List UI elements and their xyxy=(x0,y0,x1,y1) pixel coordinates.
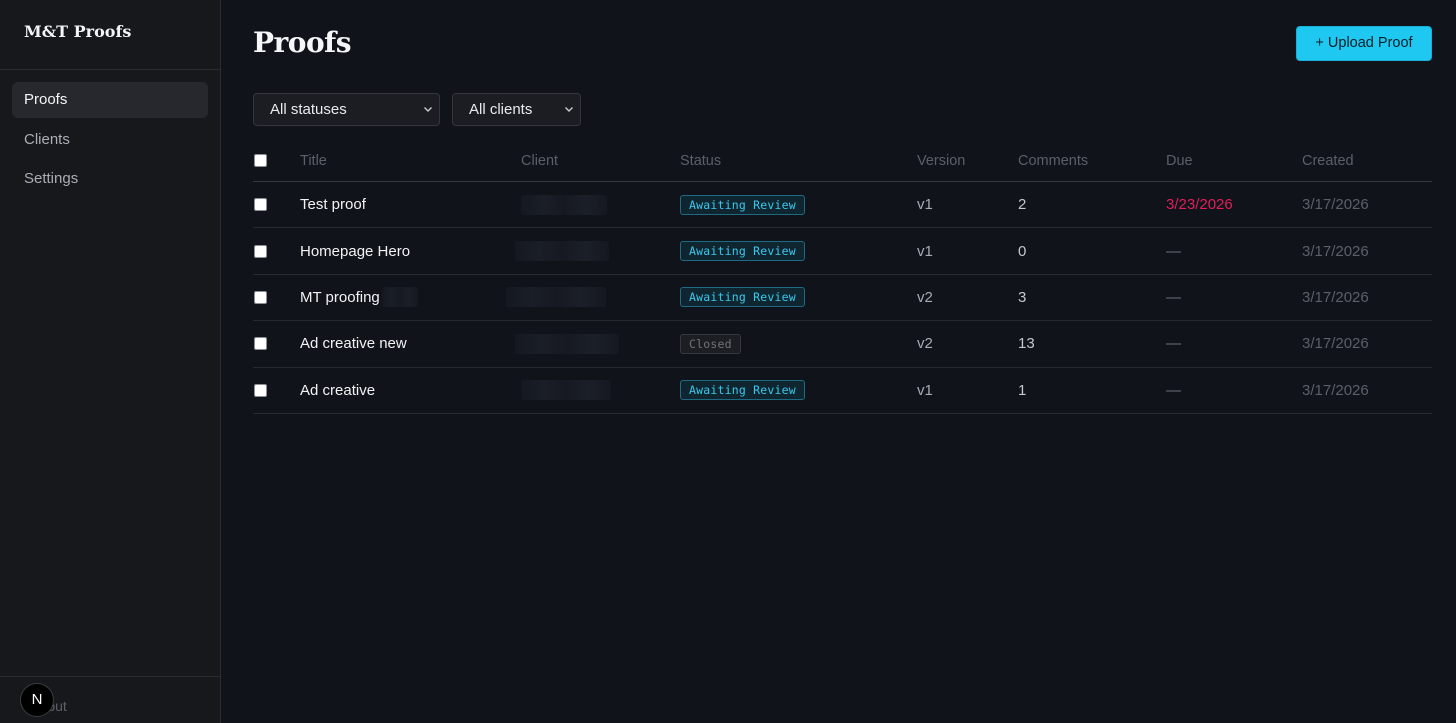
comments-count: 3 xyxy=(1018,288,1027,306)
client-name-redacted xyxy=(521,182,607,227)
column-header-due[interactable]: Due xyxy=(1166,140,1193,181)
created-date: 3/17/2026 xyxy=(1302,196,1369,214)
due-date: — xyxy=(1166,335,1181,353)
version-value: v2 xyxy=(917,335,933,353)
status-filter-value: All statuses xyxy=(270,101,347,118)
sidebar-item-proofs[interactable]: Proofs xyxy=(12,82,208,118)
table-header-row: Title Client Status Version Comments Due… xyxy=(253,140,1432,182)
status-badge: Awaiting Review xyxy=(680,241,805,262)
version-value: v1 xyxy=(917,242,933,260)
table-row[interactable]: Test proof Awaiting Review v1 2 3/23/202… xyxy=(253,182,1432,229)
comments-count: 1 xyxy=(1018,381,1027,399)
client-filter-value: All clients xyxy=(469,101,533,118)
status-badge: Awaiting Review xyxy=(680,194,805,215)
column-header-status[interactable]: Status xyxy=(680,140,721,181)
sidebar-item-clients[interactable]: Clients xyxy=(12,122,208,158)
proof-title[interactable]: MT proofing xyxy=(300,275,418,320)
client-name-redacted xyxy=(521,368,611,413)
redacted-block xyxy=(506,287,606,308)
redacted-block xyxy=(515,241,609,262)
client-name-redacted xyxy=(515,228,609,273)
version-value: v1 xyxy=(917,196,933,214)
due-date: — xyxy=(1166,381,1181,399)
comments-count: 13 xyxy=(1018,335,1035,353)
table-row[interactable]: Ad creative new Closed v2 13 — 3/17/2026 xyxy=(253,321,1432,368)
sidebar-item-settings[interactable]: Settings xyxy=(12,161,208,197)
row-checkbox[interactable] xyxy=(254,244,267,258)
due-date: — xyxy=(1166,288,1181,306)
row-checkbox[interactable] xyxy=(254,383,267,397)
page-title: Proofs xyxy=(253,26,351,59)
table-row[interactable]: Homepage Hero Awaiting Review v1 0 — 3/1… xyxy=(253,228,1432,275)
comments-count: 2 xyxy=(1018,196,1027,214)
sidebar-nav: Proofs Clients Settings xyxy=(0,70,220,197)
proof-title[interactable]: Test proof xyxy=(300,182,366,227)
upload-proof-button[interactable]: + Upload Proof xyxy=(1296,26,1432,61)
proof-title-text: MT proofing xyxy=(300,288,380,306)
sidebar: M&T Proofs Proofs Clients Settings Logou… xyxy=(0,0,221,723)
comments-count: 0 xyxy=(1018,242,1027,260)
redacted-block xyxy=(521,194,607,215)
chevron-down-icon xyxy=(423,94,433,138)
column-header-created[interactable]: Created xyxy=(1302,140,1354,181)
row-checkbox[interactable] xyxy=(254,290,267,304)
chevron-down-icon xyxy=(564,94,574,138)
status-badge: Awaiting Review xyxy=(680,380,805,401)
table-row[interactable]: MT proofing Awaiting Review v2 3 — 3/17/… xyxy=(253,275,1432,322)
created-date: 3/17/2026 xyxy=(1302,335,1369,353)
proof-title[interactable]: Ad creative xyxy=(300,368,375,413)
redacted-block xyxy=(521,380,611,401)
status-filter-select[interactable]: All statuses xyxy=(253,93,440,126)
status-badge: Closed xyxy=(680,333,741,354)
column-header-title[interactable]: Title xyxy=(300,140,327,181)
proof-title[interactable]: Ad creative new xyxy=(300,321,407,366)
dev-tools-badge[interactable]: N xyxy=(20,683,54,717)
proof-title[interactable]: Homepage Hero xyxy=(300,228,410,273)
row-checkbox[interactable] xyxy=(254,337,267,351)
row-checkbox[interactable] xyxy=(254,198,267,212)
brand-logo: M&T Proofs xyxy=(0,0,220,70)
created-date: 3/17/2026 xyxy=(1302,381,1369,399)
redacted-block xyxy=(515,333,619,354)
due-date: — xyxy=(1166,242,1181,260)
client-name-redacted xyxy=(506,275,606,320)
client-filter-select[interactable]: All clients xyxy=(452,93,581,126)
due-date: 3/23/2026 xyxy=(1166,196,1233,214)
column-header-comments[interactable]: Comments xyxy=(1018,140,1088,181)
created-date: 3/17/2026 xyxy=(1302,242,1369,260)
proofs-table: Title Client Status Version Comments Due… xyxy=(253,140,1432,414)
version-value: v2 xyxy=(917,288,933,306)
redacted-block xyxy=(381,287,418,308)
table-row[interactable]: Ad creative Awaiting Review v1 1 — 3/17/… xyxy=(253,368,1432,414)
column-header-version[interactable]: Version xyxy=(917,140,965,181)
select-all-checkbox[interactable] xyxy=(254,154,267,167)
status-badge: Awaiting Review xyxy=(680,287,805,308)
client-name-redacted xyxy=(515,321,619,366)
version-value: v1 xyxy=(917,381,933,399)
column-header-client[interactable]: Client xyxy=(521,140,558,181)
sidebar-footer: Logout N xyxy=(0,676,220,723)
created-date: 3/17/2026 xyxy=(1302,288,1369,306)
